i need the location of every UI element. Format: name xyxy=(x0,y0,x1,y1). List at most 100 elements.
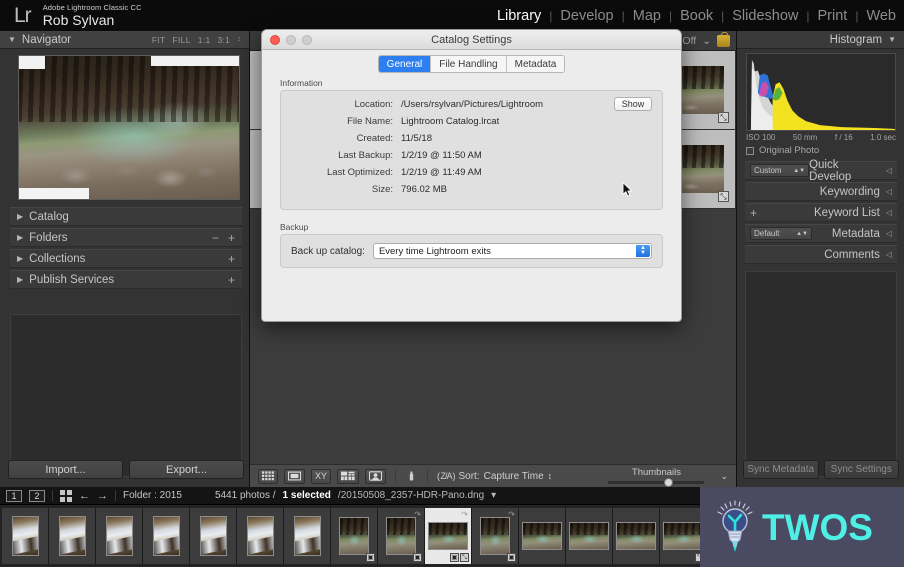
add-keyword-icon[interactable]: + xyxy=(750,207,757,219)
hdr-badge[interactable]: ⤡ xyxy=(718,112,729,123)
filmstrip-item[interactable]: ▣ ↷ xyxy=(472,508,519,564)
spray-can-icon[interactable] xyxy=(405,469,418,484)
collapsed-stack-badge[interactable]: ▣ xyxy=(507,553,516,562)
panel-collapse-icon[interactable]: ◁ xyxy=(886,187,892,196)
loupe-view-icon[interactable] xyxy=(284,468,305,484)
module-map[interactable]: Map xyxy=(625,8,669,24)
sidebar-item-catalog[interactable]: ▶ Catalog xyxy=(10,207,242,226)
next-photo-arrow-icon[interactable]: → xyxy=(97,490,108,502)
metadata-preset-select[interactable]: Default ▲▼ xyxy=(750,227,812,240)
histogram-header[interactable]: Histogram ▼ xyxy=(737,31,904,49)
collapsed-stack-badge[interactable]: ▣ xyxy=(366,553,375,562)
zoom-1-1[interactable]: 1:1 xyxy=(198,35,211,45)
thumbnails-slider-group[interactable]: Thumbnails xyxy=(604,467,708,487)
hdr-badge[interactable]: ⤡ xyxy=(460,553,469,562)
stack-arrow-icon[interactable]: ↷ xyxy=(461,510,468,519)
toolbar-toggle-icon[interactable]: ⌄ xyxy=(720,471,728,482)
chevron-down-icon[interactable]: ⌄ xyxy=(702,35,711,47)
sort-group[interactable]: ( Z/A ) Sort: Capture Time ↕ xyxy=(437,471,552,482)
filmstrip-item[interactable] xyxy=(613,508,660,564)
quick-develop-preset-select[interactable]: Custom ▲▼ xyxy=(750,164,810,177)
thumbnails-slider-knob[interactable] xyxy=(664,477,674,487)
histogram-chart[interactable] xyxy=(746,53,896,131)
filmstrip-item[interactable] xyxy=(2,508,49,564)
zoom-3-1[interactable]: 3:1 xyxy=(217,35,230,45)
compare-view-icon[interactable]: XY xyxy=(311,468,331,484)
filmstrip-item[interactable]: ▣ xyxy=(331,508,378,564)
filmstrip-item-selected[interactable]: ▣ ⤡ ↷ xyxy=(425,508,472,564)
add-collection-icon[interactable]: + xyxy=(228,252,235,266)
sidebar-item-publish-services[interactable]: ▶ Publish Services + xyxy=(10,270,242,289)
original-photo-toggle[interactable]: Original Photo xyxy=(746,145,819,156)
stack-arrow-icon[interactable]: ↷ xyxy=(414,510,421,519)
sort-stepper-icon[interactable]: ↕ xyxy=(548,471,552,481)
screen-1-button[interactable]: 1 xyxy=(6,489,22,502)
file-dropdown-icon[interactable]: ▾ xyxy=(491,490,496,501)
panel-quick-develop[interactable]: Custom ▲▼ Quick Develop ◁ xyxy=(745,159,897,183)
chevron-down-icon[interactable]: ▼ xyxy=(888,35,896,44)
navigator-preview[interactable] xyxy=(18,55,240,200)
panel-comments[interactable]: Comments ◁ xyxy=(745,245,897,264)
remove-folder-icon[interactable]: − xyxy=(212,231,219,245)
show-button[interactable]: Show xyxy=(614,97,652,111)
export-button[interactable]: Export... xyxy=(129,460,244,479)
stack-arrow-icon[interactable]: ↷ xyxy=(508,510,515,519)
hdr-badge[interactable]: ⤡ xyxy=(718,191,729,202)
sort-value[interactable]: Capture Time xyxy=(484,471,544,482)
tab-file-handling[interactable]: File Handling xyxy=(431,56,507,72)
chevron-right-icon[interactable]: ▶ xyxy=(17,254,23,263)
module-slideshow[interactable]: Slideshow xyxy=(724,8,806,24)
grid-view-icon[interactable] xyxy=(258,468,278,484)
panel-keyword-list[interactable]: + Keyword List ◁ xyxy=(745,203,897,222)
module-library[interactable]: Library xyxy=(489,8,549,24)
module-book[interactable]: Book xyxy=(672,8,721,24)
sort-direction-icon[interactable]: ( Z/A ) xyxy=(437,471,455,481)
sidebar-item-collections[interactable]: ▶ Collections + xyxy=(10,249,242,268)
filmstrip-item[interactable] xyxy=(96,508,143,564)
sync-metadata-button[interactable]: Sync Metadata xyxy=(743,460,819,479)
add-folder-icon[interactable]: + xyxy=(228,231,235,245)
dialog-titlebar[interactable]: Catalog Settings xyxy=(262,30,681,50)
module-web[interactable]: Web xyxy=(858,8,904,24)
collapsed-stack-badge[interactable]: ▣ xyxy=(450,553,459,562)
people-view-icon[interactable] xyxy=(365,468,386,484)
previous-photo-arrow-icon[interactable]: ← xyxy=(79,490,90,502)
filmstrip-item[interactable] xyxy=(519,508,566,564)
identity-plate[interactable]: Adobe Lightroom Classic CC Rob Sylvan xyxy=(43,3,142,28)
panel-collapse-icon[interactable]: ◁ xyxy=(886,208,892,217)
current-folder-label[interactable]: Folder : 2015 xyxy=(123,490,182,501)
chevron-down-icon[interactable]: ▼ xyxy=(8,36,16,44)
panel-metadata[interactable]: Default ▲▼ Metadata ◁ xyxy=(745,224,897,243)
zoom-fit[interactable]: FIT xyxy=(152,35,166,45)
chevron-right-icon[interactable]: ▶ xyxy=(17,275,23,284)
filmstrip-item[interactable] xyxy=(284,508,331,564)
chevron-right-icon[interactable]: ▶ xyxy=(17,212,23,221)
filmstrip-item[interactable] xyxy=(190,508,237,564)
filmstrip-item[interactable] xyxy=(49,508,96,564)
navigator-header[interactable]: ▼ Navigator FIT FILL 1:1 3:1 ↕ xyxy=(0,31,249,49)
panel-collapse-icon[interactable]: ◁ xyxy=(886,229,892,238)
panel-collapse-icon[interactable]: ◁ xyxy=(886,250,892,259)
add-publish-service-icon[interactable]: + xyxy=(228,273,235,287)
sidebar-item-folders[interactable]: ▶ Folders − + xyxy=(10,228,242,247)
filmstrip-item[interactable]: ▣ ↷ xyxy=(378,508,425,564)
checkbox-icon[interactable] xyxy=(746,146,754,155)
screen-2-button[interactable]: 2 xyxy=(29,489,45,502)
filmstrip-grid-icon[interactable] xyxy=(60,489,72,502)
tab-metadata[interactable]: Metadata xyxy=(506,56,565,72)
module-develop[interactable]: Develop xyxy=(552,8,621,24)
zoom-stepper-icon[interactable]: ↕ xyxy=(237,36,241,43)
lock-icon[interactable] xyxy=(717,31,730,47)
zoom-fill[interactable]: FILL xyxy=(173,35,191,45)
collapsed-stack-badge[interactable]: ▣ xyxy=(413,553,422,562)
tab-general[interactable]: General xyxy=(378,56,432,72)
filmstrip-item[interactable] xyxy=(237,508,284,564)
survey-view-icon[interactable] xyxy=(337,468,359,484)
chevron-right-icon[interactable]: ▶ xyxy=(17,233,23,242)
panel-keywording[interactable]: Keywording ◁ xyxy=(745,182,897,201)
backup-frequency-select[interactable]: Every time Lightroom exits ▲ ▼ xyxy=(372,243,652,259)
filmstrip-item[interactable] xyxy=(566,508,613,564)
select-stepper-icon[interactable]: ▲ ▼ xyxy=(636,245,650,257)
filmstrip-item[interactable] xyxy=(143,508,190,564)
thumbnails-slider[interactable] xyxy=(608,477,705,487)
